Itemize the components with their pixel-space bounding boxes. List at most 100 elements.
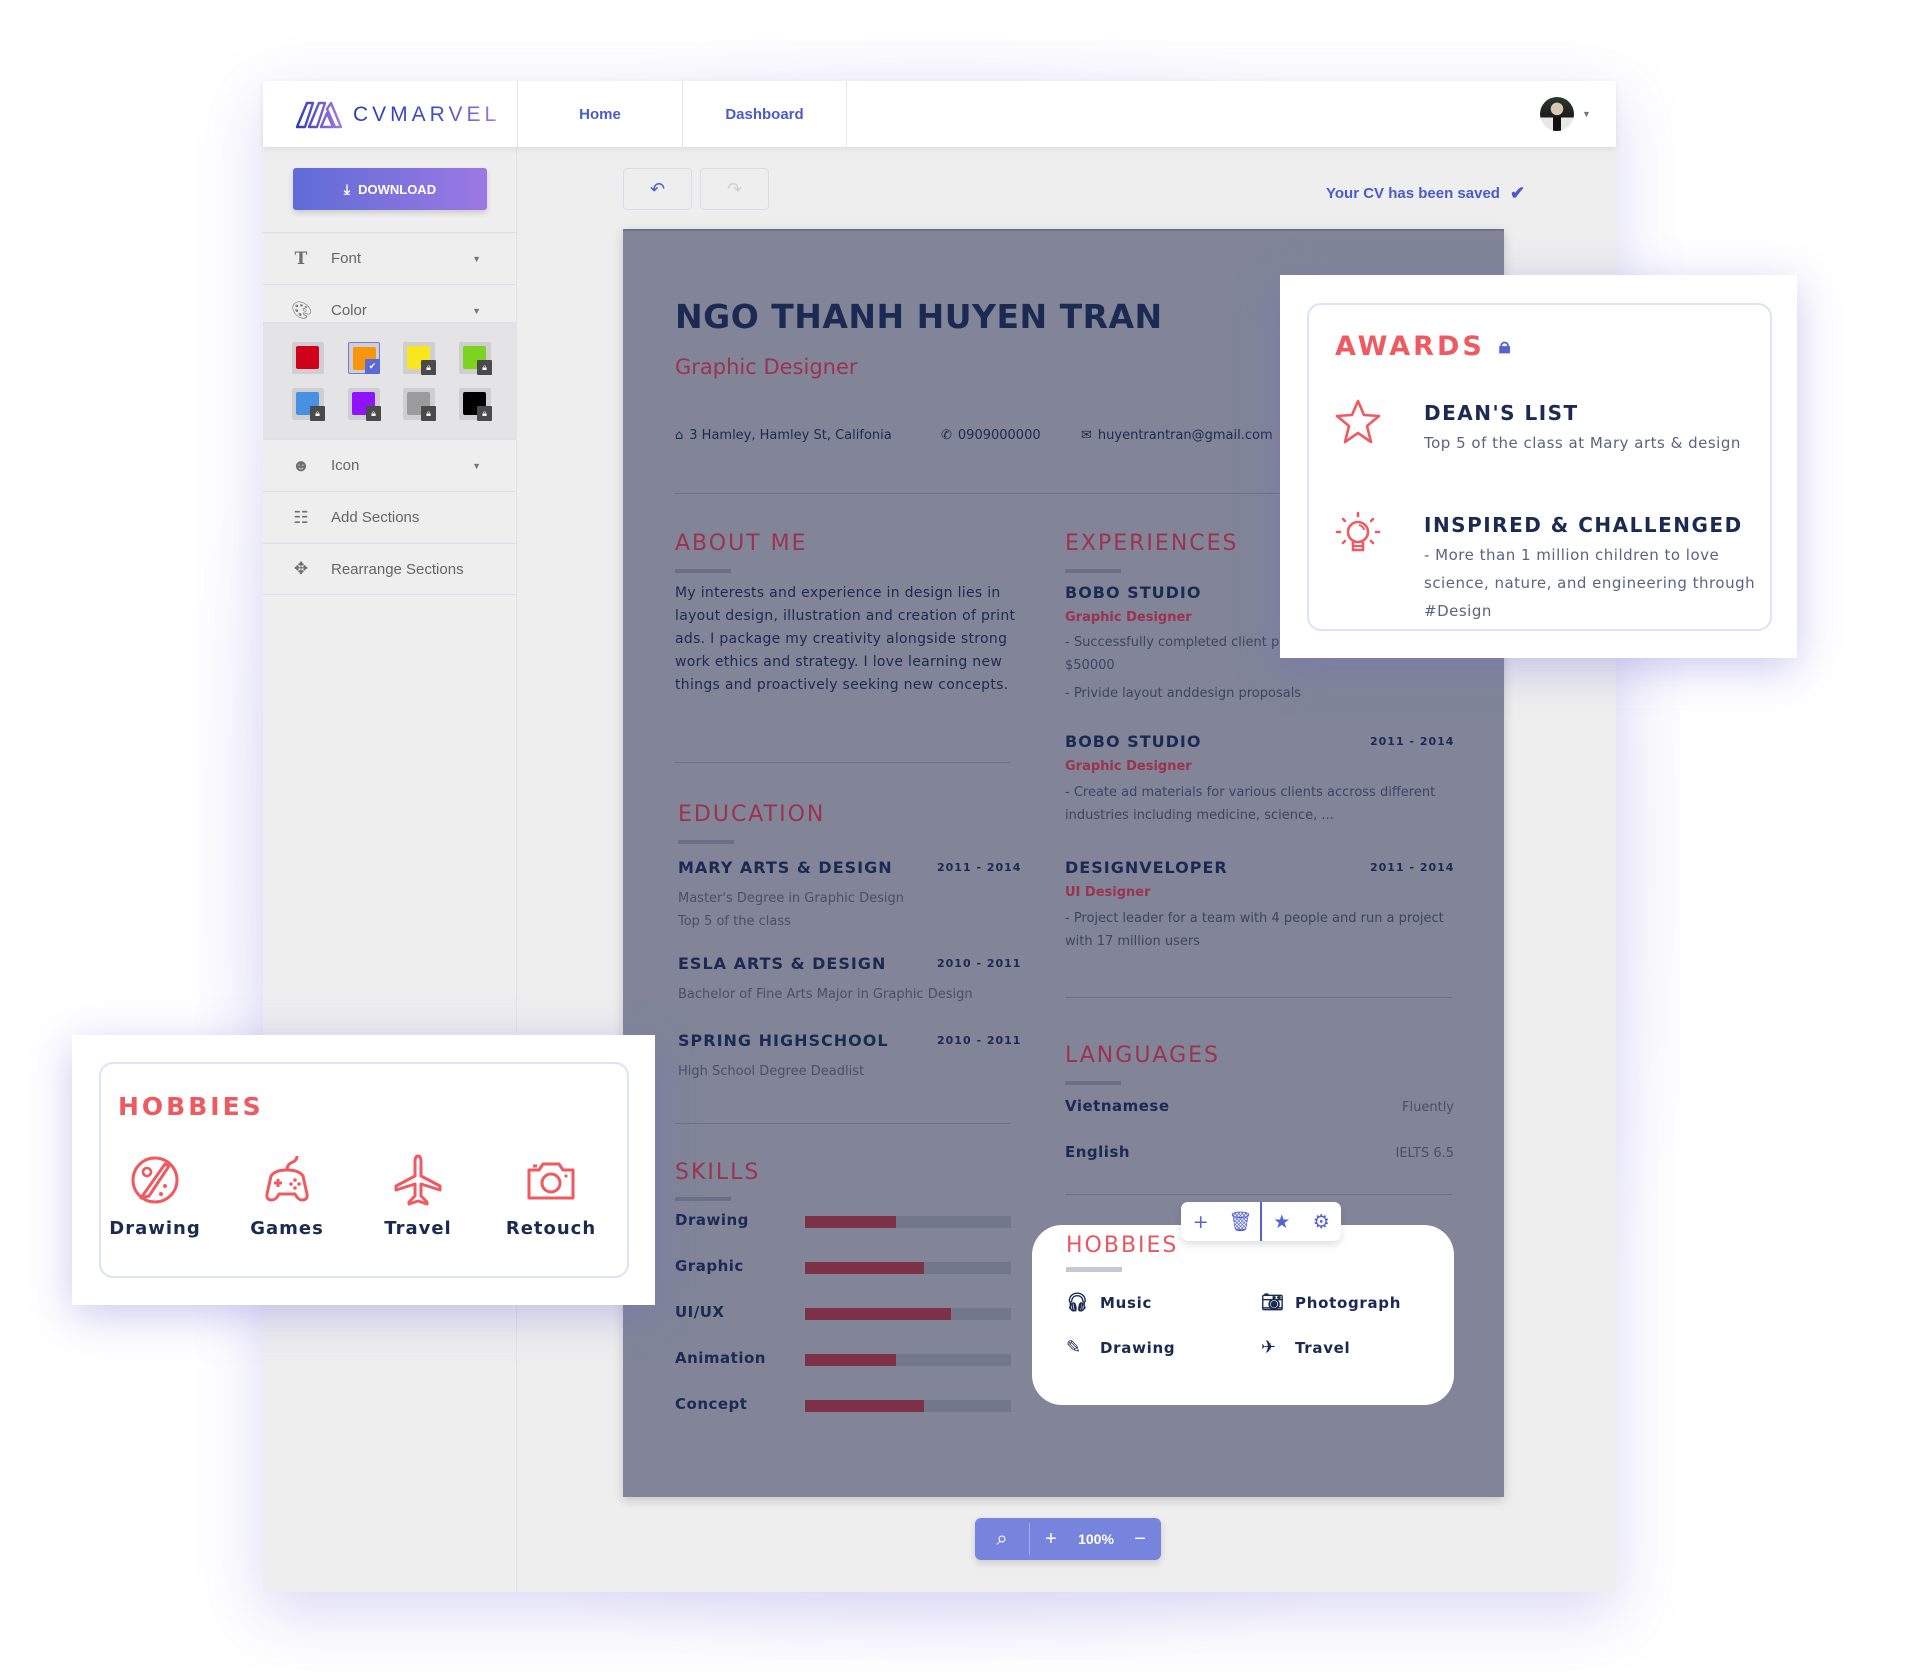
languages-title[interactable]: LANGUAGES [1065, 1043, 1220, 1068]
experience-dates[interactable]: 2011 - 2014 [1370, 861, 1454, 874]
color-swatch-purple[interactable]: 🔒︎ [348, 388, 381, 421]
color-swatch-blue[interactable]: 🔒︎ [292, 388, 325, 421]
lock-icon: 🔒︎ [421, 360, 436, 375]
sidebar-item-font[interactable]: T Font ▼ [263, 232, 517, 284]
sidebar-item-add-sections[interactable]: ☷ Add Sections [263, 491, 517, 543]
add-icon[interactable]: + [1181, 1211, 1221, 1233]
zoom-level: 100% [1078, 1531, 1114, 1547]
skill-bar[interactable] [805, 1262, 1011, 1274]
sidebar-item-icon[interactable]: ☻ Icon ▼ [263, 439, 517, 491]
hobby-item-photograph[interactable]: 📷︎ Photograph [1261, 1292, 1401, 1313]
color-swatch-red[interactable] [292, 342, 324, 374]
hobbies-section[interactable]: HOBBIES Drawing Games Travel Retouch [99, 1062, 629, 1278]
awards-card: AWARDS 🔒︎ DEAN'S LIST Top 5 of the class… [1280, 275, 1797, 658]
hobby-item-music[interactable]: 🎧︎ Music [1066, 1292, 1152, 1313]
color-swatch-yellow[interactable]: 🔒︎ [403, 342, 436, 375]
caret-down-icon: ▼ [472, 460, 481, 471]
skill-bar[interactable] [805, 1216, 1011, 1228]
skill-label[interactable]: Graphic [675, 1257, 744, 1275]
gear-icon[interactable]: ⚙ [1301, 1211, 1341, 1233]
education-dates[interactable]: 2010 - 2011 [937, 957, 1021, 970]
phone-icon: ✆ [941, 428, 952, 443]
avatar[interactable] [1540, 97, 1574, 131]
trash-icon[interactable]: 🗑︎ [1221, 1210, 1261, 1233]
education-title[interactable]: EDUCATION [678, 802, 825, 827]
contact-address[interactable]: ⌂ 3 Hamley, Hamley St, Califonia [675, 428, 892, 443]
color-swatch-black[interactable]: 🔒︎ [459, 388, 492, 421]
zoom-out-button[interactable]: − [1120, 1528, 1160, 1551]
skill-bar[interactable] [805, 1308, 1011, 1320]
skill-label[interactable]: UI/UX [675, 1303, 725, 1321]
skill-label[interactable]: Animation [675, 1349, 766, 1367]
education-dates[interactable]: 2010 - 2011 [937, 1034, 1021, 1047]
language-level[interactable]: IELTS 6.5 [1396, 1146, 1455, 1161]
cv-name[interactable]: NGO THANH HUYEN TRAN [675, 297, 1163, 336]
color-swatch-orange[interactable]: ✔ [348, 342, 380, 374]
undo-button[interactable]: ↶ [623, 168, 692, 210]
skill-label[interactable]: Concept [675, 1395, 747, 1413]
skill-bar[interactable] [805, 1400, 1011, 1412]
language-name[interactable]: English [1065, 1143, 1130, 1161]
cv-role[interactable]: Graphic Designer [675, 355, 858, 379]
skill-bar-fill [805, 1216, 896, 1228]
education-line[interactable]: High School Degree Deadlist [678, 1060, 864, 1083]
hobbies-section-selected[interactable]: HOBBIES 🎧︎ Music 📷︎ Photograph ✎ Drawing… [1032, 1225, 1454, 1405]
experience-company[interactable]: BOBO STUDIO [1065, 583, 1201, 602]
zoom-control: ⌕ + 100% − [975, 1518, 1161, 1560]
experience-dates[interactable]: 2011 - 2014 [1370, 735, 1454, 748]
headphones-icon: 🎧︎ [1066, 1292, 1090, 1313]
redo-button[interactable]: ↷ [700, 168, 769, 210]
chevron-down-icon[interactable]: ▼ [1582, 109, 1591, 119]
nav-home[interactable]: Home [517, 81, 682, 147]
hobby-travel[interactable]: Travel [358, 1152, 478, 1239]
experience-desc[interactable]: - Create ad materials for various client… [1065, 781, 1460, 827]
color-swatch-gray[interactable]: 🔒︎ [403, 388, 436, 421]
experience-role[interactable]: UI Designer [1065, 885, 1151, 900]
awards-section[interactable]: AWARDS 🔒︎ DEAN'S LIST Top 5 of the class… [1307, 303, 1772, 631]
top-header: CVMARVEL Home Dashboard ▼ [263, 81, 1616, 147]
hobby-item-travel[interactable]: ✈ Travel [1261, 1337, 1350, 1358]
contact-email[interactable]: ✉ huyentrantran@gmail.com [1081, 428, 1273, 443]
about-text[interactable]: My interests and experience in design li… [675, 582, 1020, 697]
language-name[interactable]: Vietnamese [1065, 1097, 1170, 1115]
hobby-games[interactable]: Games [227, 1152, 347, 1239]
experience-role[interactable]: Graphic Designer [1065, 610, 1192, 625]
smiley-icon: ☻ [292, 455, 310, 475]
education-school[interactable]: MARY ARTS & DESIGN [678, 858, 893, 877]
experience-role[interactable]: Graphic Designer [1065, 759, 1192, 774]
color-swatch-green[interactable]: 🔒︎ [459, 342, 492, 375]
nav-dashboard[interactable]: Dashboard [682, 81, 847, 147]
skill-label[interactable]: Drawing [675, 1211, 749, 1229]
skills-title[interactable]: SKILLS [675, 1160, 760, 1185]
sidebar-item-rearrange-sections[interactable]: ✥ Rearrange Sections [263, 543, 517, 595]
about-title[interactable]: ABOUT ME [675, 531, 808, 556]
skill-bar[interactable] [805, 1354, 1011, 1366]
language-level[interactable]: Fluently [1402, 1100, 1454, 1115]
education-line[interactable]: Bachelor of Fine Arts Major in Graphic D… [678, 983, 973, 1006]
education-school[interactable]: SPRING HIGHSCHOOL [678, 1031, 889, 1050]
section-underline [1065, 1081, 1121, 1085]
education-dates[interactable]: 2011 - 2014 [937, 861, 1021, 874]
education-line[interactable]: Top 5 of the class [678, 910, 791, 933]
education-line[interactable]: Master's Degree in Graphic Design [678, 887, 904, 910]
experience-company[interactable]: DESIGNVELOPER [1065, 858, 1228, 877]
download-button[interactable]: ⤓ DOWNLOAD [293, 168, 487, 210]
section-underline [675, 1197, 731, 1201]
hobby-retouch[interactable]: Retouch [491, 1152, 611, 1239]
search-icon[interactable]: ⌕ [975, 1528, 1029, 1551]
experiences-title[interactable]: EXPERIENCES [1065, 531, 1239, 556]
hobby-drawing[interactable]: Drawing [95, 1152, 215, 1239]
logo[interactable]: CVMARVEL [295, 101, 500, 129]
contact-phone[interactable]: ✆ 0909000000 [941, 428, 1041, 443]
experience-desc[interactable]: - Privide layout anddesign proposals [1065, 682, 1460, 705]
check-icon: ✔ [365, 359, 380, 374]
zoom-in-button[interactable]: + [1030, 1528, 1072, 1551]
education-school[interactable]: ESLA ARTS & DESIGN [678, 954, 886, 973]
experience-company[interactable]: BOBO STUDIO [1065, 732, 1201, 751]
experience-desc[interactable]: - Project leader for a team with 4 peopl… [1065, 907, 1460, 953]
sidebar-item-label: Font [331, 250, 362, 267]
hobby-item-drawing[interactable]: ✎ Drawing [1066, 1337, 1175, 1358]
hobbies-title[interactable]: HOBBIES [1066, 1233, 1178, 1258]
lock-icon: 🔒︎ [366, 406, 381, 421]
star-icon[interactable]: ★ [1262, 1211, 1302, 1233]
